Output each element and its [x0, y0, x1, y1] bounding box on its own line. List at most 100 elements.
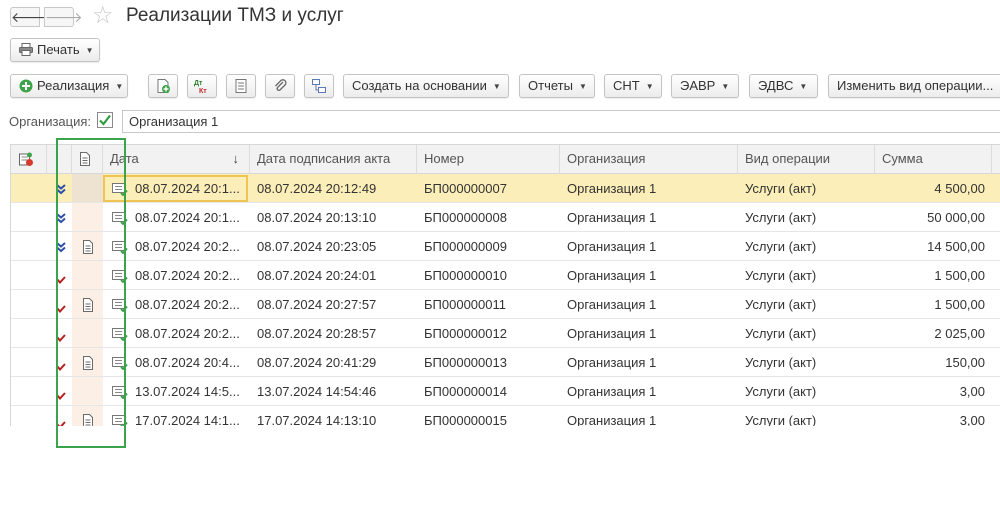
table-row[interactable]: 08.07.2024 20:1... 08.07.2024 20:12:49 БП0…: [11, 174, 1000, 203]
cell-date: 08.07.2024 20:2...: [135, 239, 240, 254]
chevron-down-icon: ▼: [645, 81, 654, 91]
posted-document-icon: [111, 174, 129, 203]
header-date[interactable]: Дата ↓: [103, 145, 250, 174]
posted-document-icon: [111, 377, 129, 406]
document-icon[interactable]: [72, 348, 103, 377]
svg-text:Дт: Дт: [194, 80, 203, 87]
header-operation-type-label: Вид операции: [745, 151, 831, 166]
header-number[interactable]: Номер: [417, 145, 560, 174]
cell-organization: Организация 1: [567, 181, 657, 196]
attach-files-button[interactable]: [265, 74, 295, 98]
header-attachment-col[interactable]: [72, 145, 103, 174]
cell-organization: Организация 1: [567, 384, 657, 399]
table-header: Дата ↓ Дата подписания акта Номер Органи…: [11, 145, 1000, 174]
cell-sign-date: 08.07.2024 20:13:10: [257, 210, 377, 225]
cell-number: БП000000015: [424, 413, 507, 426]
cell-date: 08.07.2024 20:4...: [135, 355, 240, 370]
attachment-cell: [72, 261, 103, 289]
org-filter-input[interactable]: Организация 1: [122, 110, 1000, 133]
table-row[interactable]: 08.07.2024 20:1... 08.07.2024 20:13:10 БП0…: [11, 203, 1000, 232]
cell-number: БП000000007: [424, 181, 507, 196]
table-row[interactable]: 08.07.2024 20:2... 08.07.2024 20:24:01 БП0…: [11, 261, 1000, 290]
header-posted-col[interactable]: [47, 145, 72, 174]
header-sum[interactable]: Сумма: [875, 145, 992, 174]
cell-sign-date: 08.07.2024 20:41:29: [257, 355, 377, 370]
cell-operation-type: Услуги (акт): [745, 181, 817, 196]
header-status-col[interactable]: [11, 145, 47, 174]
table-row[interactable]: 13.07.2024 14:5... 13.07.2024 14:54:46 БП0…: [11, 377, 1000, 406]
journal-button[interactable]: [226, 74, 256, 98]
table-row[interactable]: 08.07.2024 20:4... 08.07.2024 20:41:29 БП0…: [11, 348, 1000, 377]
table-row[interactable]: 17.07.2024 14:1... 17.07.2024 14:13:10 БП0…: [11, 406, 1000, 426]
printer-icon: [19, 43, 33, 56]
cell-operation-type: Услуги (акт): [745, 239, 817, 254]
forward-button[interactable]: 🡒: [44, 7, 83, 27]
back-button[interactable]: 🡐: [10, 7, 49, 27]
org-filter-checkbox[interactable]: [97, 112, 113, 128]
reports-button[interactable]: Отчеты ▼: [519, 74, 595, 98]
cell-operation-type: Услуги (акт): [745, 268, 817, 283]
check-mark-icon: [53, 290, 69, 319]
cell-sum: 4 500,00: [934, 181, 985, 196]
posted-document-icon: [111, 348, 129, 377]
copy-document-button[interactable]: [148, 74, 178, 98]
cell-sum: 1 500,00: [934, 268, 985, 283]
create-sale-label: Реализация: [37, 78, 110, 93]
header-date-label: Дата: [110, 151, 139, 166]
document-icon[interactable]: [72, 406, 103, 426]
cell-operation-type: Услуги (акт): [745, 413, 817, 426]
attachment-cell: [72, 319, 103, 347]
cell-operation-type: Услуги (акт): [745, 355, 817, 370]
create-based-on-button[interactable]: Создать на основании ▼: [343, 74, 509, 98]
header-organization[interactable]: Организация: [560, 145, 738, 174]
chevron-down-icon: ▼: [85, 45, 94, 55]
chevron-down-icon: ▼: [721, 81, 730, 91]
create-based-on-label: Создать на основании: [352, 78, 487, 93]
header-sign-date[interactable]: Дата подписания акта: [250, 145, 417, 174]
cell-date: 08.07.2024 20:2...: [135, 326, 240, 341]
structure-button[interactable]: [304, 74, 334, 98]
snt-button[interactable]: СНТ ▼: [604, 74, 662, 98]
double-chevron-down-icon: [53, 174, 69, 203]
snt-label: СНТ: [613, 78, 640, 93]
arrow-left-icon: 🡐: [11, 9, 49, 25]
change-operation-button[interactable]: Изменить вид операции...: [828, 74, 1000, 98]
document-icon[interactable]: [72, 290, 103, 319]
cell-organization: Организация 1: [567, 239, 657, 254]
favorite-star-icon[interactable]: ☆: [92, 2, 114, 30]
attachment-cell: [72, 377, 103, 405]
posted-document-icon: [111, 232, 129, 261]
header-operation-type[interactable]: Вид операции: [738, 145, 875, 174]
cell-sum: 14 500,00: [927, 239, 985, 254]
cell-sign-date: 13.07.2024 14:54:46: [257, 384, 377, 399]
check-mark-icon: [53, 377, 69, 406]
change-operation-label: Изменить вид операции...: [837, 78, 994, 93]
print-button-label: Печать: [37, 42, 80, 57]
attachment-cell: [72, 203, 103, 231]
eavr-button[interactable]: ЭАВР ▼: [671, 74, 739, 98]
double-chevron-down-icon: [53, 203, 69, 232]
create-sale-button[interactable]: Реализация ▼: [10, 74, 128, 98]
sort-descending-icon: ↓: [232, 151, 240, 166]
cell-organization: Организация 1: [567, 355, 657, 370]
cell-date: 08.07.2024 20:2...: [135, 268, 240, 283]
cell-organization: Организация 1: [567, 297, 657, 312]
cell-number: БП000000010: [424, 268, 507, 283]
table-row[interactable]: 08.07.2024 20:2... 08.07.2024 20:28:57 БП0…: [11, 319, 1000, 348]
table-row[interactable]: 08.07.2024 20:2... 08.07.2024 20:27:57 БП0…: [11, 290, 1000, 319]
edvs-label: ЭДВС: [758, 78, 794, 93]
cell-number: БП000000012: [424, 326, 507, 341]
cell-operation-type: Услуги (акт): [745, 384, 817, 399]
print-button[interactable]: Печать ▼: [10, 38, 100, 62]
cell-number: БП000000014: [424, 384, 507, 399]
eavr-label: ЭАВР: [680, 78, 716, 93]
header-sign-date-label: Дата подписания акта: [257, 151, 391, 166]
table-row[interactable]: 08.07.2024 20:2... 08.07.2024 20:23:05 БП0…: [11, 232, 1000, 261]
dt-kt-postings-button[interactable]: Дт Кт: [187, 74, 217, 98]
check-mark-icon: [53, 406, 69, 426]
document-icon[interactable]: [72, 232, 103, 261]
plus-circle-icon: [19, 79, 33, 93]
edvs-button[interactable]: ЭДВС ▼: [749, 74, 818, 98]
cell-sign-date: 08.07.2024 20:28:57: [257, 326, 377, 341]
dt-kt-icon: Дт Кт: [194, 80, 207, 94]
